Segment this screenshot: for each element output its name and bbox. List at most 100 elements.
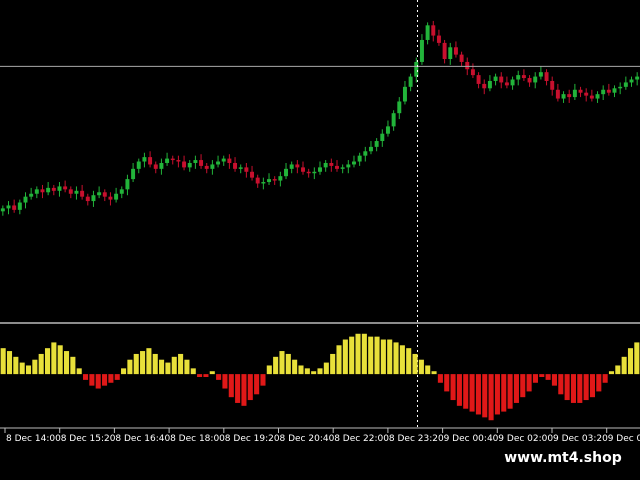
candle-bull xyxy=(572,89,577,98)
candle-bull xyxy=(210,164,215,169)
osc-bar-negative xyxy=(450,374,456,401)
osc-bar-negative xyxy=(89,374,95,386)
osc-bar-positive xyxy=(178,353,184,375)
osc-bar-positive xyxy=(323,362,329,375)
osc-bar-negative xyxy=(241,374,247,406)
osc-bar-positive xyxy=(146,348,152,375)
osc-bar-negative xyxy=(482,374,488,418)
candle-bull xyxy=(346,164,351,168)
osc-bar-positive xyxy=(32,359,38,375)
time-axis-label: 8 Dec 19:20 xyxy=(224,434,280,444)
candle-bull xyxy=(46,187,51,193)
osc-bar-positive xyxy=(121,368,127,375)
osc-bar-positive xyxy=(133,353,139,375)
osc-bar-positive xyxy=(266,365,272,375)
osc-bar-positive xyxy=(76,368,82,375)
osc-bar-positive xyxy=(627,348,634,375)
osc-bar-negative xyxy=(228,374,234,398)
osc-bar-positive xyxy=(342,339,348,375)
osc-bar-positive xyxy=(621,356,627,375)
osc-bar-positive xyxy=(311,371,317,375)
candle-bear xyxy=(555,89,560,99)
osc-bar-negative xyxy=(564,374,570,401)
osc-bar-negative xyxy=(501,374,507,412)
candle-bear xyxy=(482,83,487,89)
candle-bull xyxy=(57,186,62,191)
candle-bear xyxy=(453,47,458,55)
candle-bear xyxy=(567,94,572,98)
candle-bull xyxy=(114,193,119,200)
osc-bar-negative xyxy=(545,374,551,380)
osc-bar-positive xyxy=(425,365,431,375)
osc-bar-positive xyxy=(209,371,215,375)
candle-bull xyxy=(238,167,243,169)
osc-bar-negative xyxy=(216,374,222,380)
candle-bull xyxy=(363,151,368,156)
candle-bear xyxy=(436,35,441,43)
candle-bear xyxy=(459,54,464,62)
candle-bear xyxy=(244,167,249,172)
osc-bar-positive xyxy=(634,342,640,375)
candle-bull xyxy=(312,171,317,174)
candle-bull xyxy=(318,167,322,172)
candle-bull xyxy=(323,162,328,168)
candle-bear xyxy=(442,42,447,60)
candle-bear xyxy=(431,25,436,36)
candle-bull xyxy=(380,133,385,142)
candle-bull xyxy=(17,202,22,210)
candle-bear xyxy=(521,75,526,79)
osc-bar-positive xyxy=(615,365,621,375)
osc-bar-positive xyxy=(165,362,171,375)
osc-bar-negative xyxy=(596,374,602,392)
candle-bear xyxy=(40,189,45,193)
osc-bar-positive xyxy=(317,368,323,375)
osc-bar-positive xyxy=(38,353,44,375)
osc-bar-positive xyxy=(152,353,158,375)
osc-bar-negative xyxy=(558,374,564,395)
candle-bear xyxy=(550,80,555,90)
candle-bull xyxy=(29,193,34,197)
time-axis-label: 8 Dec 14:00 xyxy=(6,434,61,444)
candle-bear xyxy=(227,158,232,163)
candle-bull xyxy=(538,72,543,77)
candle-bear xyxy=(544,72,549,81)
candle-bear xyxy=(584,92,589,96)
osc-bar-positive xyxy=(608,371,615,375)
time-axis-label: 9 Dec 03:20 xyxy=(553,434,608,444)
candle-bull xyxy=(125,179,130,190)
candle-bull xyxy=(159,162,164,169)
osc-bar-negative xyxy=(507,374,513,409)
osc-bar-positive xyxy=(298,365,304,375)
candle-bear xyxy=(51,187,56,191)
osc-bar-negative xyxy=(95,374,101,389)
candle-bull xyxy=(561,94,566,99)
osc-bar-positive xyxy=(336,345,342,375)
osc-bar-negative xyxy=(469,374,475,412)
candle-bull xyxy=(510,79,515,86)
candle-bull xyxy=(385,126,390,134)
candle-bear xyxy=(306,171,311,174)
candle-bear xyxy=(606,89,611,93)
candle-bear xyxy=(199,160,204,166)
osc-bar-positive xyxy=(127,359,133,375)
osc-bar-positive xyxy=(279,351,285,375)
osc-bar-positive xyxy=(70,356,76,375)
osc-bar-positive xyxy=(13,356,19,375)
osc-bar-negative xyxy=(494,374,500,415)
candle-bull xyxy=(284,168,288,177)
candle-bull xyxy=(391,113,396,127)
osc-bar-positive xyxy=(374,336,380,375)
candle-bear xyxy=(85,196,90,202)
candle-bull xyxy=(91,195,96,202)
time-axis-label: 9 Dec 02:00 xyxy=(498,434,554,444)
candle-bull xyxy=(340,167,345,169)
candle-bear xyxy=(499,76,504,83)
trading-chart[interactable] xyxy=(0,0,640,480)
candle-bull xyxy=(221,158,226,162)
time-axis-label: 9 Dec 00:40 xyxy=(443,434,499,444)
candle-bear xyxy=(295,164,300,168)
osc-bar-negative xyxy=(83,374,89,380)
osc-bar-positive xyxy=(273,356,279,375)
osc-bar-positive xyxy=(140,351,146,375)
candle-bear xyxy=(63,186,68,190)
